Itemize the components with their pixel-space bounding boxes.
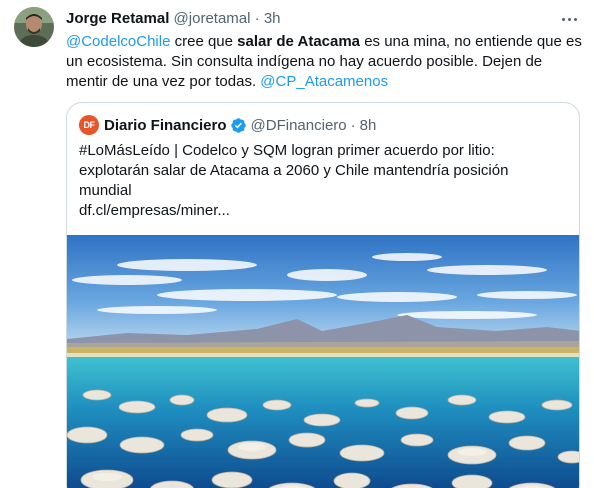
- quoted-timestamp[interactable]: 8h: [360, 117, 377, 134]
- avatar-photo: [14, 7, 54, 47]
- quoted-link[interactable]: df.cl/empresas/miner...: [79, 201, 569, 221]
- author-display-name[interactable]: Jorge Retamal: [66, 10, 169, 27]
- author-handle[interactable]: @joretamal: [174, 10, 251, 27]
- quoted-tweet-header: DF Diario Financiero @DFinanciero · 8h: [79, 115, 376, 135]
- mention-cp-atacamenos[interactable]: @CP_Atacamenos: [260, 73, 388, 90]
- quoted-tweet-card[interactable]: DF Diario Financiero @DFinanciero · 8h #…: [66, 102, 580, 488]
- header-separator: ·: [254, 10, 260, 27]
- verified-badge-icon: [230, 117, 246, 133]
- more-dot: [567, 17, 571, 21]
- quoted-text-line: mundial: [79, 182, 132, 199]
- tweet-header: Jorge Retamal @joretamal · 3h: [66, 9, 281, 29]
- mention-codelco[interactable]: @CodelcoChile: [66, 33, 170, 50]
- author-avatar[interactable]: [14, 7, 54, 47]
- tweet-text-bold: salar de Atacama: [237, 33, 361, 50]
- more-dot: [561, 17, 565, 21]
- quoted-tweet-text: #LoMásLeído | Codelco y SQM logran prime…: [79, 141, 569, 221]
- salar-landscape-photo: [67, 235, 579, 488]
- quoted-handle[interactable]: @DFinanciero: [251, 117, 347, 134]
- more-options-icon[interactable]: [558, 9, 580, 29]
- df-avatar[interactable]: DF: [79, 115, 99, 135]
- quoted-tweet-image[interactable]: [67, 235, 579, 488]
- tweet-timestamp[interactable]: 3h: [264, 10, 281, 27]
- quoted-display-name[interactable]: Diario Financiero: [104, 117, 227, 134]
- quoted-text-line: explotarán salar de Atacama a 2060 y Chi…: [79, 162, 509, 179]
- tweet-text-part: cree que: [170, 33, 238, 50]
- quoted-text-line: #LoMásLeído | Codelco y SQM logran prime…: [79, 142, 495, 159]
- tweet-text: @CodelcoChile cree que salar de Atacama …: [66, 32, 584, 92]
- more-dot: [573, 17, 577, 21]
- quoted-separator: ·: [350, 116, 356, 134]
